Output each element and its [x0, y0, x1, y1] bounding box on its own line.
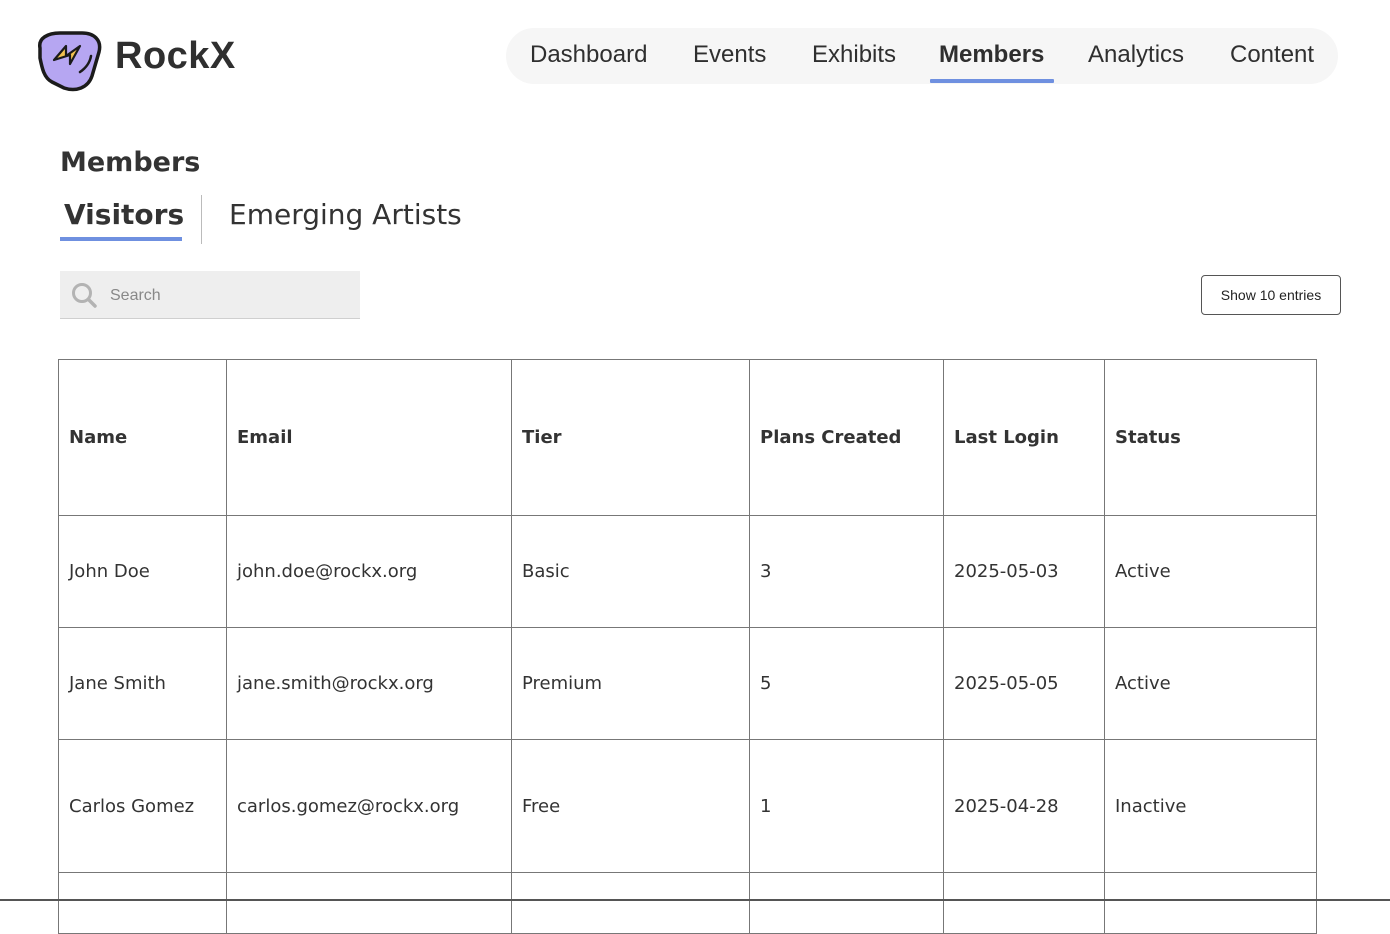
top-navigation: Dashboard Events Exhibits Members Analyt… [506, 28, 1338, 84]
column-header-email[interactable]: Email [226, 359, 512, 516]
table-row-partial[interactable] [58, 872, 1317, 934]
tab-emerging-artists[interactable]: Emerging Artists [229, 198, 462, 231]
active-nav-indicator [930, 79, 1054, 83]
cell-tier: Premium [511, 627, 750, 740]
active-tab-indicator [60, 237, 182, 241]
table-row[interactable]: Jane Smith jane.smith@rockx.org Premium … [58, 627, 1317, 740]
cell-status: Active [1104, 627, 1317, 740]
cell-email: john.doe@rockx.org [226, 515, 512, 628]
nav-item-members[interactable]: Members [939, 41, 1044, 69]
search-icon [72, 283, 97, 308]
cell-last-login: 2025-04-28 [943, 739, 1105, 873]
nav-item-events[interactable]: Events [693, 41, 766, 69]
nav-item-analytics[interactable]: Analytics [1088, 41, 1184, 69]
column-header-last-login[interactable]: Last Login [943, 359, 1105, 516]
cell-empty [943, 872, 1105, 934]
nav-item-content[interactable]: Content [1230, 41, 1314, 69]
search-input[interactable] [108, 280, 352, 312]
cell-empty [749, 872, 944, 934]
cell-empty [58, 872, 227, 934]
cell-empty [1104, 872, 1317, 934]
table-row[interactable]: John Doe john.doe@rockx.org Basic 3 2025… [58, 515, 1317, 628]
search-box[interactable] [60, 271, 360, 319]
cell-email: carlos.gomez@rockx.org [226, 739, 512, 873]
cell-last-login: 2025-05-05 [943, 627, 1105, 740]
cell-status: Inactive [1104, 739, 1317, 873]
nav-item-dashboard[interactable]: Dashboard [530, 41, 647, 69]
cell-email: jane.smith@rockx.org [226, 627, 512, 740]
show-entries-button[interactable]: Show 10 entries [1201, 275, 1341, 315]
cell-name: Jane Smith [58, 627, 227, 740]
table-header-row: Name Email Tier Plans Created Last Login… [58, 359, 1317, 516]
brand-name: RockX [115, 35, 236, 77]
cell-empty [511, 872, 750, 934]
page-title: Members [60, 147, 201, 178]
cell-plans-created: 1 [749, 739, 944, 873]
tab-divider [201, 195, 202, 244]
cell-plans-created: 5 [749, 627, 944, 740]
column-header-tier[interactable]: Tier [511, 359, 750, 516]
cell-empty [226, 872, 512, 934]
rockx-logo-icon [38, 31, 102, 92]
cell-status: Active [1104, 515, 1317, 628]
cell-name: Carlos Gomez [58, 739, 227, 873]
cell-plans-created: 3 [749, 515, 944, 628]
cell-tier: Free [511, 739, 750, 873]
cell-name: John Doe [58, 515, 227, 628]
cell-last-login: 2025-05-03 [943, 515, 1105, 628]
cell-tier: Basic [511, 515, 750, 628]
tab-visitors[interactable]: Visitors [64, 198, 184, 231]
members-table: Name Email Tier Plans Created Last Login… [58, 359, 1317, 934]
column-header-status[interactable]: Status [1104, 359, 1317, 516]
nav-item-exhibits[interactable]: Exhibits [812, 41, 896, 69]
table-row[interactable]: Carlos Gomez carlos.gomez@rockx.org Free… [58, 739, 1317, 873]
column-header-plans-created[interactable]: Plans Created [749, 359, 944, 516]
column-header-name[interactable]: Name [58, 359, 227, 516]
